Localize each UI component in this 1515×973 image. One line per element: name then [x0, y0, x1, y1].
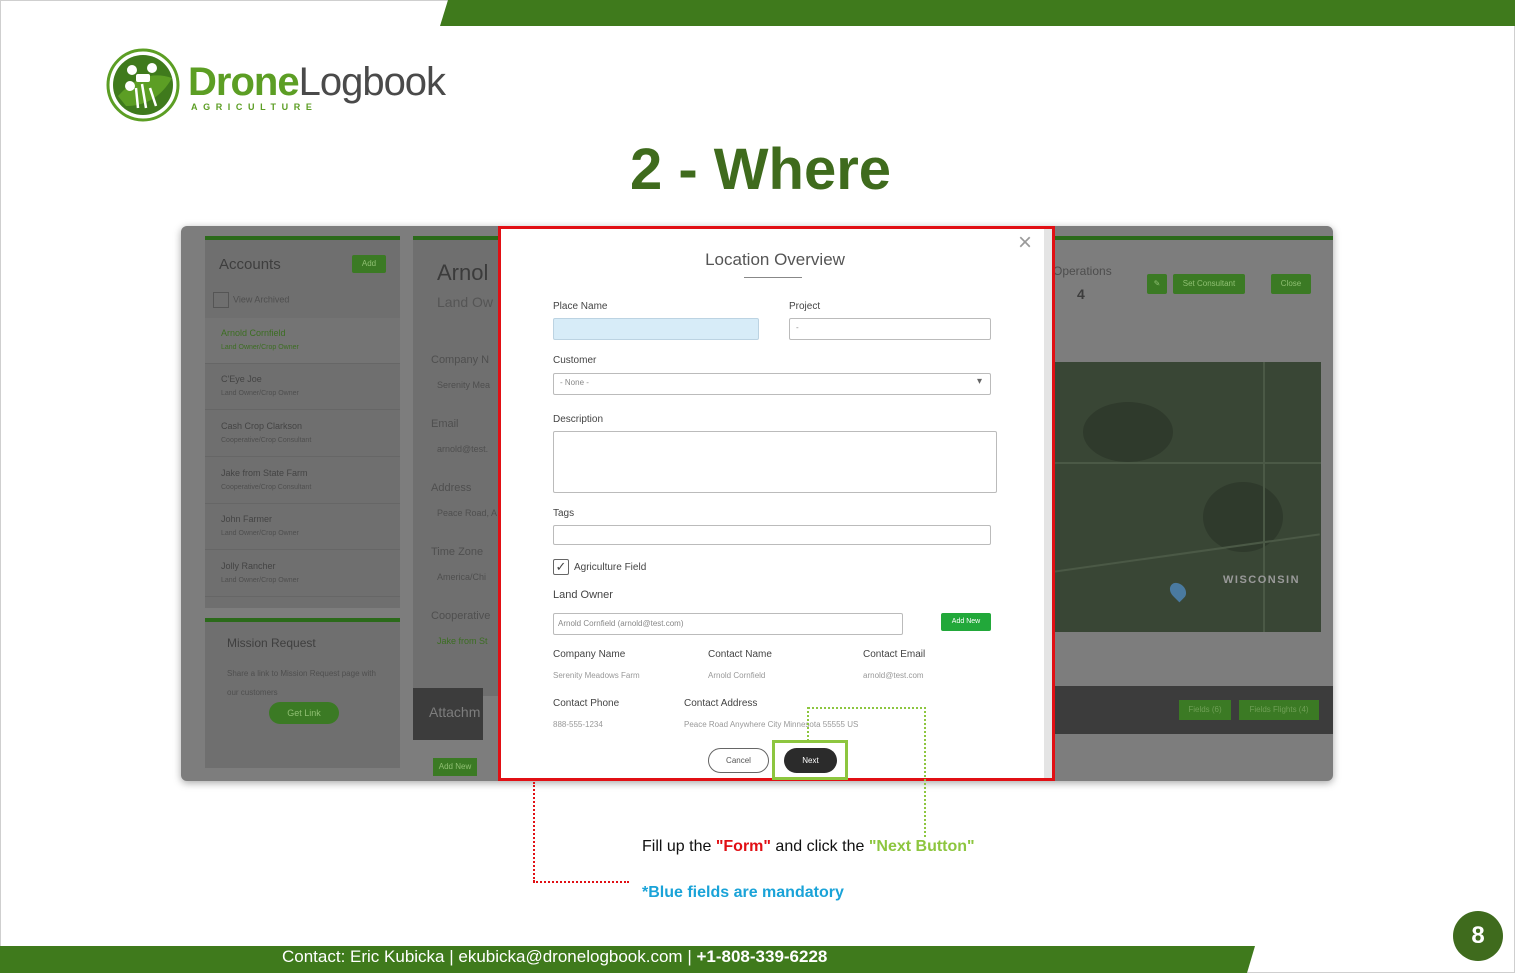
add-new-small-button[interactable]: Add New — [433, 758, 477, 776]
contact-phone-label: Contact Phone — [553, 698, 620, 709]
contact-address-value: Peace Road Anywhere City Minnesota 55555… — [684, 720, 859, 729]
add-new-owner-button[interactable]: Add New — [941, 613, 991, 631]
title-underline — [744, 277, 802, 278]
detail-value: Jake from St — [437, 636, 488, 646]
contact-email-label: Contact Email — [863, 649, 926, 660]
detail-label: Email — [431, 418, 459, 430]
account-row[interactable]: John Farmer Land Owner/Crop Owner — [205, 504, 400, 550]
project-select[interactable]: - — [789, 318, 991, 340]
operations-count: 4 — [1077, 286, 1085, 302]
view-archived-checkbox[interactable]: View Archived — [213, 292, 289, 308]
green-callout-line — [807, 707, 809, 741]
detail-label: Company N — [431, 354, 490, 366]
logo-wordmark: DroneLogbook — [188, 60, 446, 104]
modal-title: Location Overview — [705, 250, 845, 269]
mission-request-title: Mission Request — [227, 636, 316, 650]
account-detail-role: Land Ow — [437, 294, 494, 310]
cancel-button[interactable]: Cancel — [708, 748, 769, 773]
place-name-input[interactable] — [553, 318, 759, 340]
contact-email-value: arnold@test.com — [863, 671, 924, 680]
customer-label: Customer — [553, 355, 597, 366]
account-detail-name: Arnol — [437, 260, 489, 285]
mandatory-fields-note: *Blue fields are mandatory — [642, 884, 844, 901]
detail-label: Cooperative — [431, 610, 491, 622]
contact-phone-value: 888-555-1234 — [553, 720, 603, 729]
detail-label: Time Zone — [431, 546, 484, 558]
customer-select[interactable]: - None - ▾ — [553, 373, 991, 395]
get-link-button[interactable]: Get Link — [269, 702, 339, 724]
red-callout-line — [533, 782, 535, 882]
account-detail-panel: Arnol Land Ow Company N Serenity Mea Ema… — [413, 236, 503, 696]
agriculture-field-label: Agriculture Field — [574, 562, 647, 573]
mission-request-description: Share a link to Mission Request page wit… — [227, 669, 376, 697]
account-row[interactable]: Arnold Cornfield Land Owner/Crop Owner — [205, 318, 400, 364]
set-consultant-button[interactable]: Set Consultant — [1173, 274, 1245, 294]
account-row[interactable]: Jake from State Farm Cooperative/Crop Con… — [205, 458, 400, 504]
drone-logbook-logo: DroneLogbook AGRICULTURE — [106, 48, 446, 126]
green-callout-line — [808, 707, 926, 709]
drone-leaf-logo-icon — [106, 48, 180, 122]
detail-value: arnold@test. — [437, 444, 489, 454]
land-owner-input[interactable]: Arnold Cornfield (arnold@test.com) — [553, 613, 903, 635]
accounts-title: Accounts — [219, 256, 281, 273]
map-pin-icon[interactable] — [1166, 579, 1190, 603]
account-row[interactable]: Cash Crop Clarkson Cooperative/Crop Consu… — [205, 411, 400, 457]
description-label: Description — [553, 414, 604, 425]
agriculture-field-checkbox[interactable]: ✓ — [553, 559, 569, 575]
footer-contact: Contact: Eric Kubicka | ekubicka@dronelo… — [282, 947, 828, 966]
place-name-label: Place Name — [553, 301, 608, 312]
close-account-button[interactable]: Close — [1271, 274, 1311, 294]
tags-label: Tags — [553, 508, 575, 519]
green-callout-line — [924, 707, 926, 837]
detail-value: Peace Road, A — [437, 508, 498, 518]
detail-label: Address — [431, 482, 472, 494]
location-overview-modal: × Location Overview Place Name Project -… — [498, 226, 1055, 781]
tags-input[interactable] — [553, 525, 991, 545]
fields-flights-tab[interactable]: Fields Flights (4) — [1239, 700, 1319, 720]
operations-label: Operations — [1053, 264, 1112, 278]
account-row[interactable]: Jolly Rancher Land Owner/Crop Owner — [205, 551, 400, 597]
customer-select-value: - None - — [560, 378, 589, 387]
company-name-label: Company Name — [553, 649, 626, 660]
red-callout-line — [533, 881, 629, 883]
contact-name-value: Arnold Cornfield — [708, 671, 766, 680]
company-name-value: Serenity Meadows Farm — [553, 671, 640, 680]
instruction-text: Fill up the "Form" and click the "Next B… — [642, 838, 975, 855]
map-state-label: WISCONSIN — [1223, 574, 1301, 586]
description-textarea[interactable] — [553, 431, 997, 493]
edit-icon[interactable]: ✎ — [1147, 274, 1167, 294]
map-view[interactable]: WISCONSIN — [1053, 362, 1321, 632]
chevron-down-icon: ▾ — [976, 376, 982, 387]
contact-address-label: Contact Address — [684, 698, 758, 709]
operations-header: Operations 4 ✎ Set Consultant Close — [1053, 236, 1333, 336]
accounts-add-button[interactable]: Add — [352, 255, 386, 273]
fields-tab[interactable]: Fields (6) — [1179, 700, 1231, 720]
contact-name-label: Contact Name — [708, 649, 772, 660]
detail-value: Serenity Mea — [437, 380, 491, 390]
logo-subtitle: AGRICULTURE — [191, 102, 318, 112]
land-owner-label: Land Owner — [553, 589, 613, 601]
next-button[interactable]: Next — [784, 748, 837, 773]
project-label: Project — [789, 301, 821, 312]
detail-value: America/Chi — [437, 572, 487, 582]
slide-title: 2 - Where — [629, 137, 892, 202]
page-number: 8 — [1453, 911, 1503, 961]
top-green-band — [440, 0, 1515, 26]
fields-tab-bar: Fields (6) Fields Flights (4) — [1053, 686, 1333, 734]
account-row[interactable]: C'Eye Joe Land Owner/Crop Owner — [205, 364, 400, 410]
mission-request-panel: Mission Request Share a link to Mission … — [205, 618, 400, 768]
attachments-tab[interactable]: Attachm — [413, 688, 483, 740]
accounts-panel: Accounts Add View Archived Arnold Cornfi… — [205, 236, 400, 608]
modal-scrollbar[interactable] — [1044, 229, 1052, 778]
